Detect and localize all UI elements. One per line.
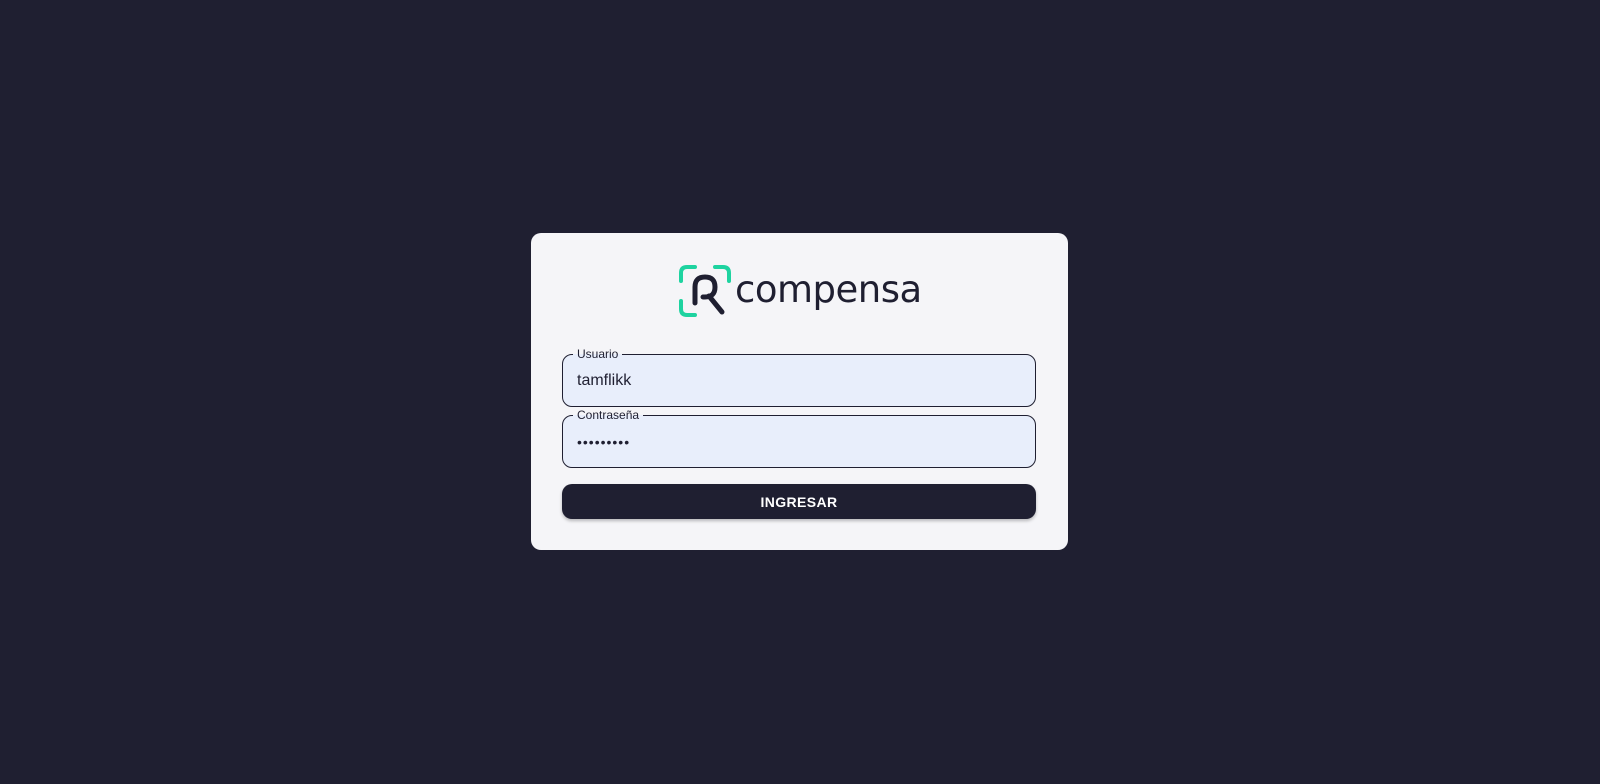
login-button[interactable]: INGRESAR [562, 484, 1036, 519]
qr-scan-logo-icon [679, 265, 731, 317]
login-card: compensa Usuario Contraseña INGRESAR [531, 233, 1068, 550]
logo-wordmark: compensa [735, 267, 922, 311]
compensa-logo: compensa [677, 263, 923, 319]
username-field[interactable]: Usuario [562, 346, 1036, 407]
password-input[interactable] [563, 416, 1035, 467]
password-field[interactable]: Contraseña [562, 407, 1036, 468]
username-input[interactable] [563, 355, 1035, 406]
